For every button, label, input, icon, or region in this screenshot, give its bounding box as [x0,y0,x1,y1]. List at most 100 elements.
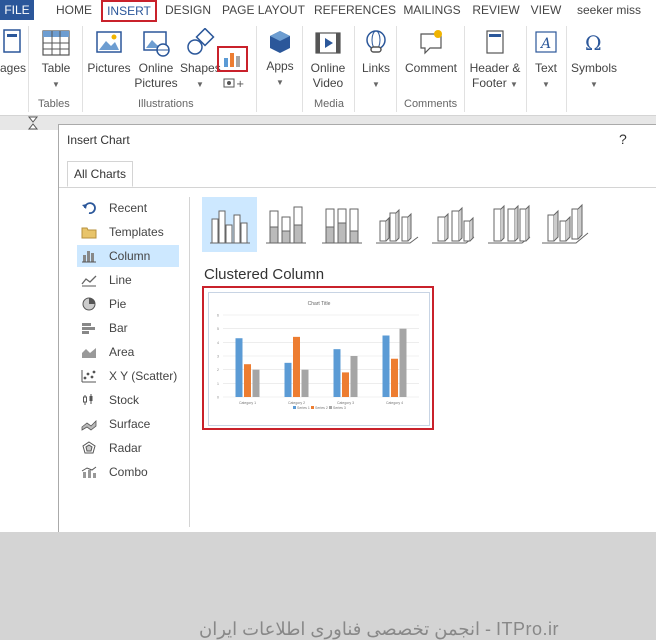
3d-column-icon [542,203,589,244]
chart-category-radar[interactable]: Radar [77,437,179,459]
chart-preview[interactable]: Chart Title 0 1 2 3 4 5 6 Category 1 Category 2 Ca… [202,286,434,430]
chart-category-stock[interactable]: Stock [77,389,179,411]
help-button[interactable]: ? [619,131,627,147]
radar-chart-icon [82,441,96,454]
header-footer-button[interactable]: Header & Footer ▼ [468,28,522,92]
header-footer-label-2: Footer [472,76,507,90]
shapes-icon [187,28,215,55]
chart-category-label: Surface [109,417,151,431]
pictures-button[interactable]: Pictures [86,28,132,76]
tab-references[interactable]: REFERENCES [314,0,396,20]
chart-category-x-y-scatter[interactable]: X Y (Scatter) [77,365,179,387]
subtype-100-stacked-column[interactable] [314,197,369,252]
chart-category-templates[interactable]: Templates [77,221,179,243]
3d-stacked-column-icon [432,206,475,244]
tab-view[interactable]: VIEW [528,0,564,20]
x-tick-label: Category 1 [239,401,256,405]
tab-all-charts[interactable]: All Charts [67,161,134,187]
y-tick-label: 1 [217,382,219,386]
group-tables: Tables [38,98,70,110]
chart-category-pie[interactable]: Pie [77,293,179,315]
chart-category-surface[interactable]: Surface [77,413,179,435]
column-chart-icon [82,251,96,263]
pages-button[interactable]: ages [0,28,26,76]
shapes-button[interactable]: Shapes ▼ [180,28,221,92]
tab-home[interactable]: HOME [50,0,98,20]
y-tick-label: 5 [217,327,219,331]
x-tick-label: Category 4 [386,401,403,405]
symbols-button[interactable]: Ω Symbols ▼ [568,28,620,92]
dropdown-arrow-icon: ▼ [196,80,204,89]
group-comments: Comments [404,98,458,110]
header-footer-label-1: Header & [469,61,521,75]
bar-chart-icon [82,323,95,334]
group-separator [526,26,527,112]
chart-category-recent[interactable]: Recent [77,197,179,219]
comment-label: Comment [404,61,457,75]
chart-category-label: Line [109,273,132,287]
subtype-3d-100-stacked-column[interactable] [482,197,537,252]
chart-category-combo[interactable]: Combo [77,461,179,483]
chart-category-label: Radar [109,441,142,455]
apps-button[interactable]: Apps ▼ [262,28,298,90]
table-label: Table [41,61,71,75]
tab-file[interactable]: FILE [0,0,34,20]
header-footer-icon [486,30,504,54]
area-chart-icon [82,348,96,358]
chart-title: Chart Title [308,301,331,307]
bar-series-3 [350,356,358,397]
screenshot-button[interactable]: + [222,77,248,93]
bar-series-3 [399,328,407,397]
tab-design[interactable]: DESIGN [162,0,214,20]
chart-category-bar[interactable]: Bar [77,317,179,339]
legend-entry: Series 2 [315,406,328,410]
online-video-icon [315,32,341,54]
chart-category-label: Recent [109,201,148,215]
text-button[interactable]: A Text ▼ [530,28,562,92]
tab-mailings[interactable]: MAILINGS [400,0,464,20]
comment-button[interactable]: Comment [402,28,460,76]
bar-series-2 [293,336,300,397]
subtype-3d-stacked-column[interactable] [426,197,481,252]
online-pictures-button[interactable]: Online Pictures [134,28,178,91]
group-illustrations: Illustrations [138,98,194,110]
pictures-icon [96,31,122,53]
scatter-chart-icon [81,370,96,383]
chart-category-label: Pie [109,297,127,311]
comment-icon [420,30,442,55]
online-video-button[interactable]: Online Video [306,28,350,91]
chart-category-area[interactable]: Area [77,341,179,363]
bar-series-1 [333,349,341,397]
dropdown-arrow-icon: ▼ [542,80,550,89]
online-video-label-1: Online [310,61,346,75]
subtype-stacked-column[interactable] [258,197,313,252]
online-pictures-label-2: Pictures [134,76,178,90]
line-chart-icon [81,275,97,287]
subtype-3d-column[interactable] [538,197,593,252]
chart-category-line[interactable]: Line [77,269,179,291]
insert-tab-highlight [101,0,157,22]
y-tick-label: 6 [217,314,219,318]
chart-category-label: Bar [109,321,128,335]
pictures-label: Pictures [87,61,131,75]
legend-swatch [311,406,314,409]
stock-chart-icon [83,394,93,405]
tab-page-layout[interactable]: PAGE LAYOUT [222,0,305,20]
links-button[interactable]: Links ▼ [358,28,394,92]
tab-review[interactable]: REVIEW [472,0,520,20]
bar-series-1 [284,362,292,397]
user-name[interactable]: seeker miss [574,0,644,20]
group-separator [464,26,465,112]
chart-button-highlight [217,46,248,72]
subtype-3d-clustered-column[interactable] [370,197,425,252]
y-tick-label: 2 [217,368,219,372]
undo-icon [82,202,96,214]
subtype-clustered-column[interactable] [202,197,257,252]
table-button[interactable]: Table ▼ [36,28,76,92]
chart-category-label: X Y (Scatter) [109,369,178,383]
chart-category-column[interactable]: Column [77,245,179,267]
legend-entry: Series 3 [333,406,346,410]
dropdown-arrow-icon: ▼ [590,80,598,89]
y-tick-label: 3 [217,355,219,359]
dialog-title: Insert Chart [67,133,130,147]
